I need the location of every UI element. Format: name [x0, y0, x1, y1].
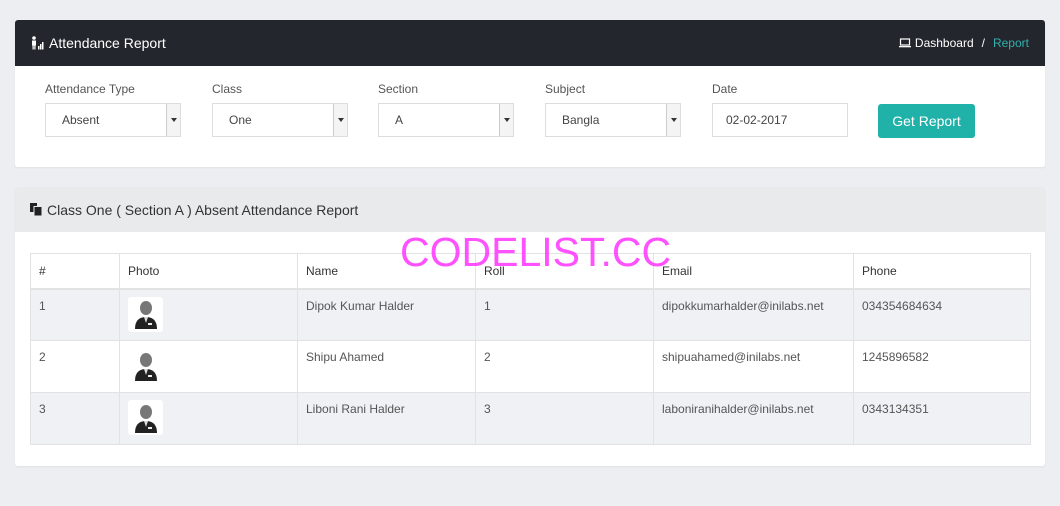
section-label: Section [378, 82, 419, 96]
cell-number: 1 [30, 288, 120, 341]
dropdown-arrow-icon [166, 104, 180, 136]
cell-roll: 1 [475, 288, 654, 341]
cell-roll: 3 [475, 392, 654, 445]
attendance-type-value: Absent [62, 113, 100, 127]
column-header-number: # [30, 253, 120, 290]
date-input[interactable] [712, 103, 848, 137]
cell-roll: 2 [475, 340, 654, 393]
breadcrumb-dashboard-label: Dashboard [914, 36, 974, 50]
column-header-phone: Phone [853, 253, 1031, 290]
subject-value: Bangla [562, 113, 600, 127]
attendance-type-select[interactable]: Absent [45, 103, 181, 137]
cell-phone: 0343134351 [853, 392, 1031, 445]
page-title: Attendance Report [49, 35, 166, 51]
column-header-name: Name [297, 253, 476, 290]
cell-name: Dipok Kumar Halder [297, 288, 476, 341]
cell-phone: 034354684634 [853, 288, 1031, 341]
subject-label: Subject [545, 82, 586, 96]
table-row: 1 Dipok Kumar Halder 1 dipokkumarhalder@… [30, 288, 1031, 341]
report-result-panel: Class One ( Section A ) Absent Attendanc… [15, 187, 1045, 466]
column-header-photo: Photo [119, 253, 298, 290]
laptop-icon [898, 38, 911, 48]
cell-number: 3 [30, 392, 120, 445]
breadcrumb-separator: / [981, 36, 985, 50]
attendance-report-panel: Attendance Report Dashboard / Report Att… [15, 20, 1045, 167]
class-label: Class [212, 82, 243, 96]
avatar [128, 348, 163, 383]
cell-phone: 1245896582 [853, 340, 1031, 393]
dropdown-arrow-icon [666, 104, 680, 136]
dropdown-arrow-icon [499, 104, 513, 136]
copy-icon [30, 203, 42, 216]
cell-photo [119, 340, 298, 393]
user-avatar-icon [134, 301, 157, 329]
get-report-button[interactable]: Get Report [878, 104, 975, 138]
attendance-type-label: Attendance Type [45, 82, 135, 96]
subject-select[interactable]: Bangla [545, 103, 681, 137]
class-value: One [229, 113, 252, 127]
user-avatar-icon [134, 352, 157, 381]
cell-photo [119, 288, 298, 341]
table-row: 3 Liboni Rani Halder 3 laboniranihalder@… [30, 392, 1031, 445]
column-header-roll: Roll [475, 253, 654, 290]
table-row: 2 Shipu Ahamed 2 shipuahamed@inilabs.net… [30, 340, 1031, 393]
table-header-row: # Photo Name Roll Email Phone [30, 253, 1031, 290]
avatar [128, 400, 163, 435]
report-table: # Photo Name Roll Email Phone 1 Dipok Ku… [30, 253, 1031, 445]
user-avatar-icon [134, 404, 157, 433]
cell-name: Liboni Rani Halder [297, 392, 476, 445]
class-select[interactable]: One [212, 103, 348, 137]
dropdown-arrow-icon [333, 104, 347, 136]
cell-name: Shipu Ahamed [297, 340, 476, 393]
date-label: Date [712, 82, 738, 96]
report-header: Class One ( Section A ) Absent Attendanc… [15, 187, 1045, 232]
section-value: A [395, 113, 404, 127]
avatar [128, 296, 163, 332]
section-select[interactable]: A [378, 103, 514, 137]
panel-header: Attendance Report Dashboard / Report [15, 20, 1045, 66]
report-title: Class One ( Section A ) Absent Attendanc… [47, 201, 359, 218]
column-header-email: Email [653, 253, 854, 290]
page-title-wrap: Attendance Report [31, 35, 166, 51]
cell-email: laboniranihalder@inilabs.net [653, 392, 854, 445]
breadcrumb-dashboard-link[interactable]: Dashboard [898, 36, 974, 50]
attendance-icon [32, 36, 44, 50]
breadcrumb: Dashboard / Report [898, 36, 1029, 50]
cell-number: 2 [30, 340, 120, 393]
cell-email: dipokkumarhalder@inilabs.net [653, 288, 854, 341]
breadcrumb-current: Report [992, 36, 1029, 50]
cell-email: shipuahamed@inilabs.net [653, 340, 854, 393]
cell-photo [119, 392, 298, 445]
